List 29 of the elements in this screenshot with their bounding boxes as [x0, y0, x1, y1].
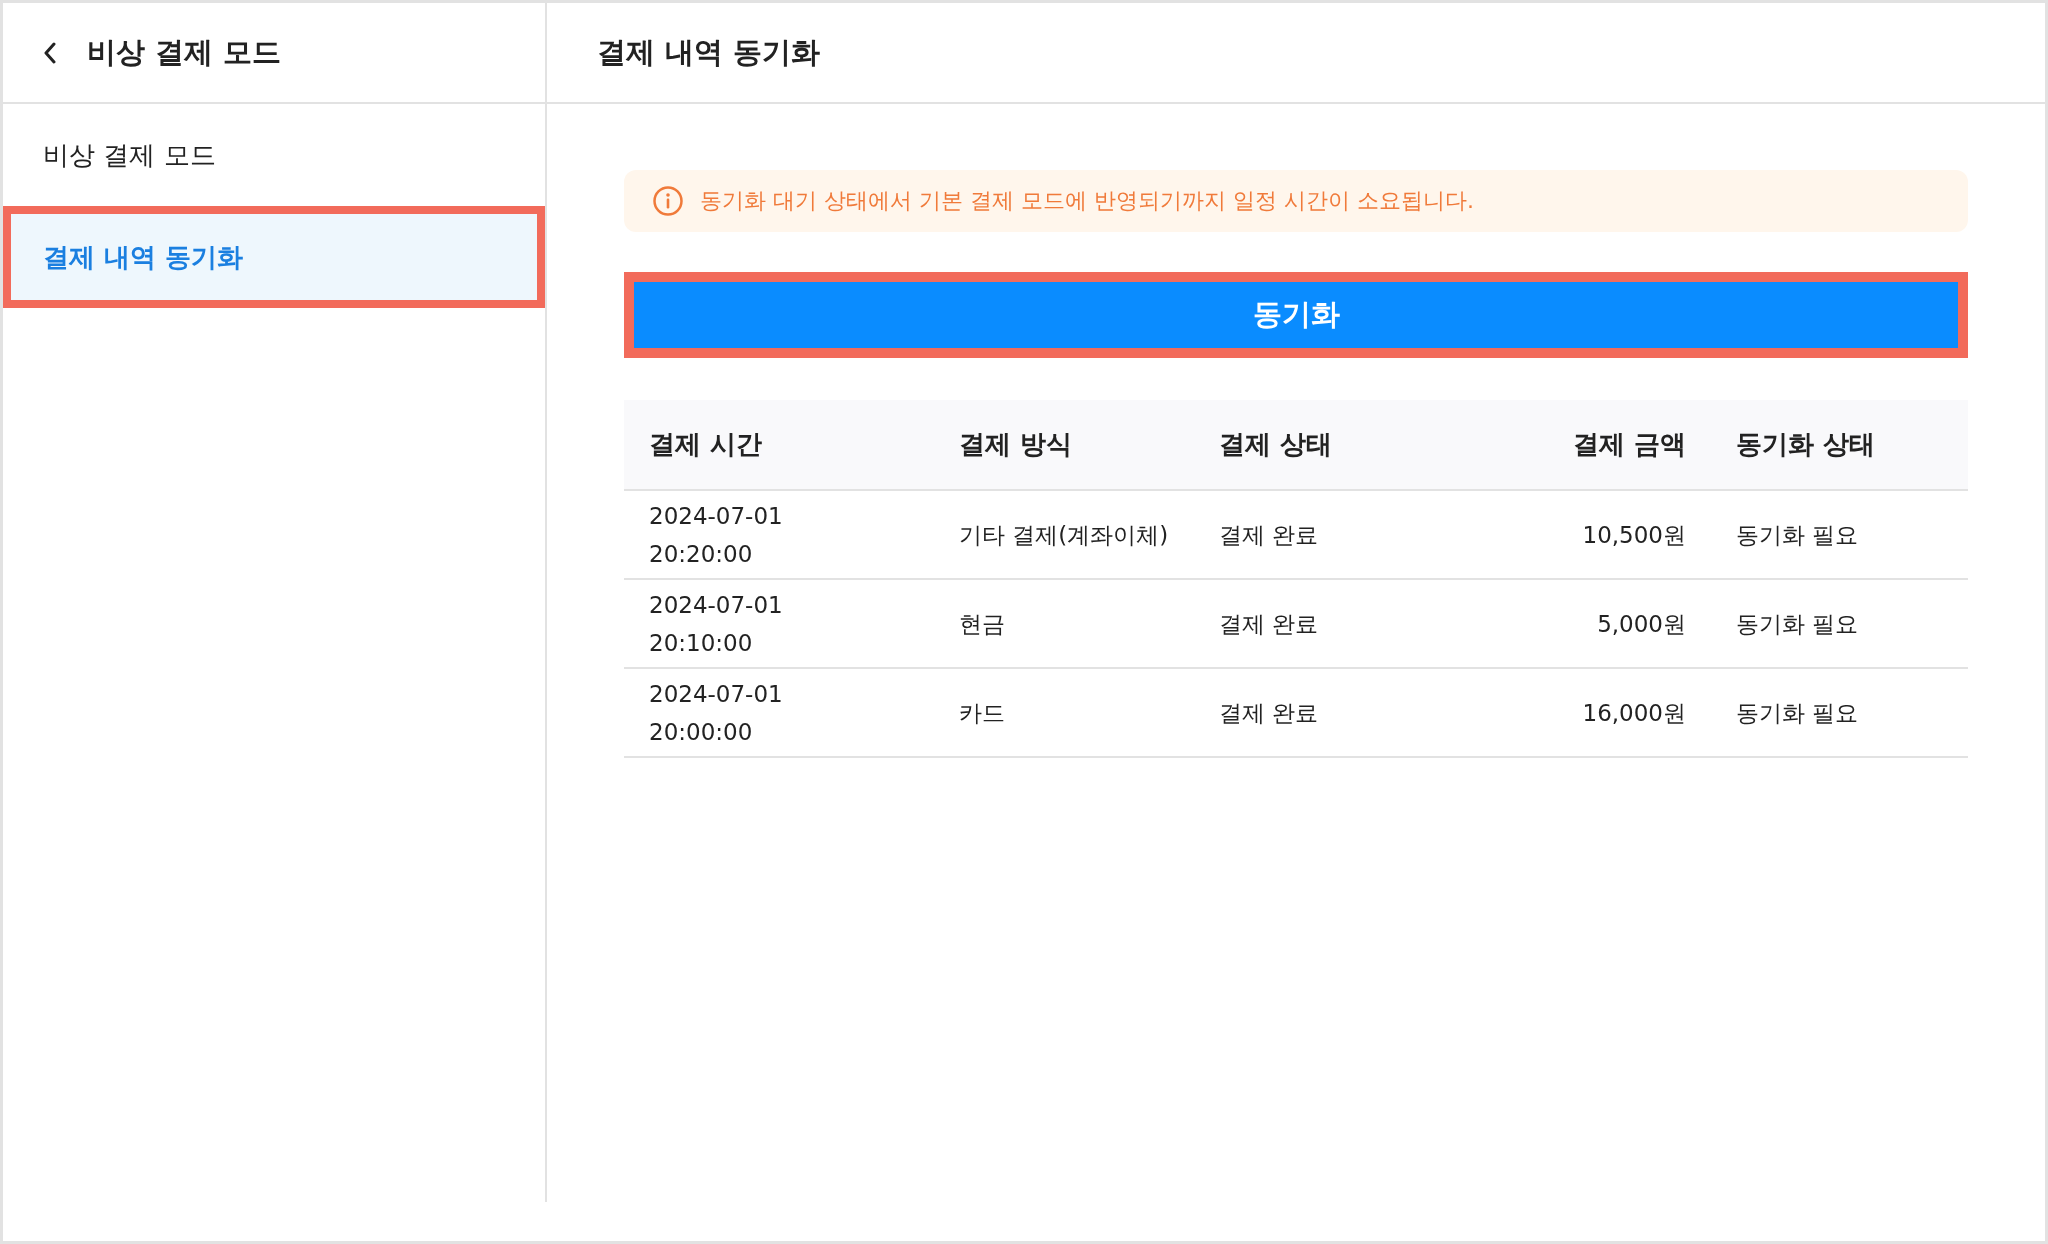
table-cell: 동기화 필요	[1736, 521, 1859, 548]
table-cell: 결제 완료	[1219, 521, 1319, 548]
sidebar-title: 비상 결제 모드	[87, 33, 282, 71]
table-cell: 기타 결제(계좌이체)	[959, 521, 1169, 548]
table-cell: 2024-07-01 20:00:00	[649, 680, 783, 745]
back-icon	[43, 41, 57, 64]
page-title: 결제 내역 동기화	[597, 33, 821, 71]
table-cell: 카드	[959, 699, 1005, 726]
column-header: 결제 금액	[1572, 429, 1686, 459]
table-cell: 현금	[959, 610, 1005, 637]
column-header: 결제 시간	[649, 429, 763, 459]
table-cell: 동기화 필요	[1736, 699, 1859, 726]
sync-button[interactable]: 동기화	[624, 272, 1968, 358]
sidebar-item[interactable]: 결제 내역 동기화	[3, 206, 545, 308]
column-header: 동기화 상태	[1736, 429, 1876, 459]
table-cell: 16,000원	[1582, 699, 1686, 726]
table-cell: 결제 완료	[1219, 610, 1319, 637]
column-header: 결제 방식	[959, 429, 1073, 459]
table-cell: 5,000원	[1597, 610, 1686, 637]
table-cell: 동기화 필요	[1736, 610, 1859, 637]
table-cell: 10,500원	[1582, 521, 1686, 548]
sidebar-item[interactable]: 비상 결제 모드	[3, 104, 545, 206]
info-icon	[652, 185, 684, 217]
notice-text: 동기화 대기 상태에서 기본 결제 모드에 반영되기까지 일정 시간이 소요됩니다.	[700, 187, 1474, 215]
table-cell: 결제 완료	[1219, 699, 1319, 726]
table-cell: 2024-07-01 20:10:00	[649, 591, 783, 656]
table-cell: 2024-07-01 20:20:00	[649, 502, 783, 567]
back-button[interactable]	[43, 41, 57, 64]
column-header: 결제 상태	[1219, 429, 1333, 459]
